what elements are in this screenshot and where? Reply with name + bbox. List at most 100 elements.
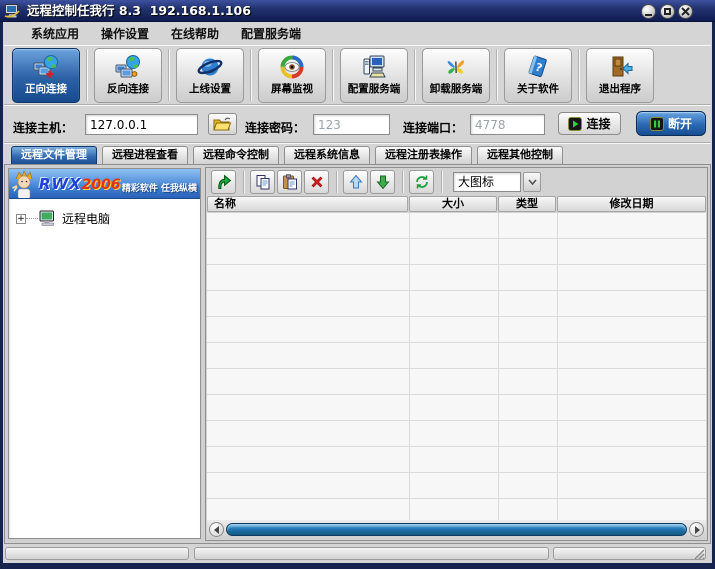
column-header-name[interactable]: 名称 bbox=[207, 196, 408, 212]
horizontal-scrollbar[interactable] bbox=[207, 520, 706, 539]
tab-remote-file-manager[interactable]: 远程文件管理 bbox=[11, 146, 97, 164]
delete-button[interactable] bbox=[304, 170, 329, 194]
table-cell bbox=[558, 369, 706, 394]
table-cell bbox=[499, 317, 558, 342]
table-cell bbox=[410, 291, 499, 316]
tab-remote-registry[interactable]: 远程注册表操作 bbox=[375, 146, 472, 164]
table-cell bbox=[207, 395, 410, 420]
table-cell bbox=[410, 213, 499, 238]
divider bbox=[4, 142, 711, 144]
exit-icon bbox=[607, 54, 633, 80]
table-cell bbox=[499, 369, 558, 394]
close-button[interactable] bbox=[678, 4, 693, 19]
file-table-body bbox=[207, 213, 706, 521]
upload-button[interactable] bbox=[343, 170, 368, 194]
table-cell bbox=[207, 239, 410, 264]
about-button[interactable]: ? 关于软件 bbox=[504, 48, 572, 103]
scroll-right-button[interactable] bbox=[689, 522, 704, 537]
configure-server-icon bbox=[361, 54, 387, 80]
toolbar-button-label: 关于软件 bbox=[517, 81, 559, 96]
tab-remote-command-control[interactable]: 远程命令控制 bbox=[193, 146, 279, 164]
password-input[interactable] bbox=[313, 114, 390, 135]
table-cell bbox=[207, 317, 410, 342]
tab-remote-other-control[interactable]: 远程其他控制 bbox=[477, 146, 563, 164]
table-cell bbox=[558, 499, 706, 521]
table-cell bbox=[499, 343, 558, 368]
disconnect-button[interactable]: 断开 bbox=[636, 111, 706, 136]
minimize-button[interactable] bbox=[641, 4, 656, 19]
tree-expander[interactable]: + bbox=[16, 214, 26, 224]
toolbar-separator bbox=[86, 49, 88, 101]
scroll-left-button[interactable] bbox=[209, 522, 224, 537]
uninstall-server-button[interactable]: 卸载服务端 bbox=[422, 48, 490, 103]
refresh-icon bbox=[414, 174, 430, 190]
host-input[interactable] bbox=[85, 114, 198, 135]
go-button[interactable] bbox=[211, 170, 236, 194]
toolbar-button-label: 配置服务端 bbox=[348, 81, 401, 96]
status-panel-1 bbox=[5, 547, 189, 560]
maximize-icon bbox=[664, 8, 671, 15]
scrollbar-thumb[interactable] bbox=[226, 523, 687, 536]
refresh-button[interactable] bbox=[409, 170, 434, 194]
toolbar-separator bbox=[250, 49, 252, 101]
folder-open-icon bbox=[213, 117, 232, 131]
file-toolbar: 大图标 bbox=[206, 168, 707, 195]
table-cell bbox=[558, 447, 706, 472]
toolbar-separator bbox=[168, 49, 170, 101]
menu-item-help[interactable]: 在线帮助 bbox=[160, 25, 230, 42]
go-icon bbox=[215, 173, 232, 190]
chevron-down-icon bbox=[528, 179, 537, 185]
disconnect-button-label: 断开 bbox=[668, 115, 692, 132]
column-header-type[interactable]: 类型 bbox=[498, 196, 556, 212]
online-settings-button[interactable]: 上线设置 bbox=[176, 48, 244, 103]
table-row bbox=[207, 499, 706, 521]
view-mode-dropdown-button[interactable] bbox=[523, 172, 541, 192]
paste-icon bbox=[282, 174, 298, 190]
column-header-size[interactable]: 大小 bbox=[409, 196, 497, 212]
download-button[interactable] bbox=[370, 170, 395, 194]
main-toolbar: 正向连接 反向连接 上线设置 bbox=[4, 45, 711, 104]
paste-button[interactable] bbox=[277, 170, 302, 194]
host-label: 连接主机： bbox=[13, 119, 73, 136]
table-cell bbox=[410, 473, 499, 498]
table-cell bbox=[558, 239, 706, 264]
status-panel-2 bbox=[194, 547, 549, 560]
brand-banner: RWX2006 精彩软件 任我纵横 bbox=[9, 169, 200, 199]
tab-remote-process-view[interactable]: 远程进程查看 bbox=[102, 146, 188, 164]
resize-grip[interactable] bbox=[694, 549, 706, 560]
exit-button[interactable]: 退出程序 bbox=[586, 48, 654, 103]
forward-connect-button[interactable]: 正向连接 bbox=[12, 48, 80, 103]
port-input[interactable] bbox=[470, 114, 545, 135]
uninstall-server-icon bbox=[443, 54, 469, 80]
screen-monitor-button[interactable]: 屏幕监视 bbox=[258, 48, 326, 103]
view-mode-select[interactable]: 大图标 bbox=[453, 172, 521, 192]
column-header-modified[interactable]: 修改日期 bbox=[557, 196, 706, 212]
mascot-image bbox=[10, 169, 38, 199]
table-cell bbox=[207, 499, 410, 521]
maximize-button[interactable] bbox=[660, 4, 675, 19]
remote-tree-panel: RWX2006 精彩软件 任我纵横 + 远程电脑 bbox=[8, 168, 201, 539]
port-label: 连接端口： bbox=[403, 119, 463, 136]
table-cell bbox=[499, 395, 558, 420]
table-cell bbox=[410, 369, 499, 394]
download-icon bbox=[375, 174, 391, 190]
table-cell bbox=[207, 473, 410, 498]
table-cell bbox=[499, 447, 558, 472]
table-cell bbox=[410, 395, 499, 420]
open-host-list-button[interactable] bbox=[208, 113, 237, 135]
connect-button[interactable]: 连接 bbox=[558, 112, 621, 135]
toolbar-separator bbox=[243, 171, 245, 193]
menu-item-operation[interactable]: 操作设置 bbox=[90, 25, 160, 42]
configure-server-button[interactable]: 配置服务端 bbox=[340, 48, 408, 103]
status-panel-3 bbox=[553, 547, 706, 560]
menu-item-config-server[interactable]: 配置服务端 bbox=[230, 25, 312, 42]
tab-remote-system-info[interactable]: 远程系统信息 bbox=[284, 146, 370, 164]
table-row bbox=[207, 317, 706, 343]
menu-item-system[interactable]: 系统应用 bbox=[20, 25, 90, 42]
table-row bbox=[207, 213, 706, 239]
password-label: 连接密码： bbox=[245, 119, 305, 136]
tree-item-remote-computer[interactable]: + 远程电脑 bbox=[16, 210, 110, 227]
copy-button[interactable] bbox=[250, 170, 275, 194]
app-window: 远程控制任我行 8.3 192.168.1.106 系统应用 操作设置 在线帮助… bbox=[0, 0, 715, 569]
reverse-connect-button[interactable]: 反向连接 bbox=[94, 48, 162, 103]
